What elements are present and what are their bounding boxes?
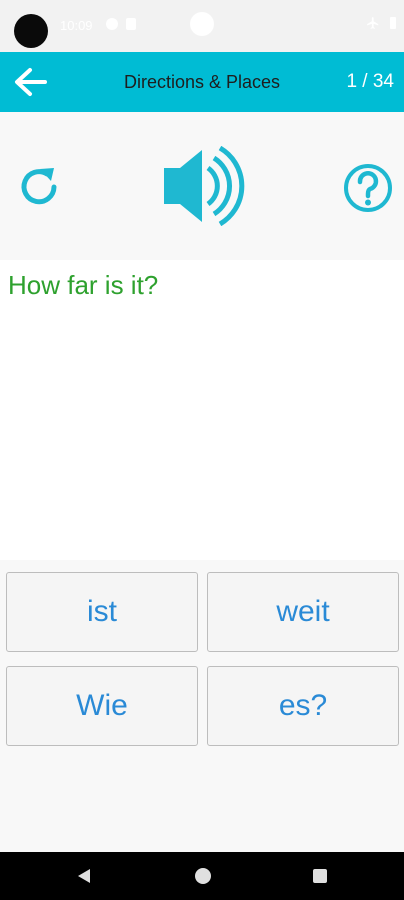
sim-card-icon	[126, 18, 136, 30]
camera-cutout	[14, 14, 48, 48]
nav-home-icon[interactable]	[195, 868, 211, 884]
word-tile[interactable]: es?	[207, 666, 399, 746]
question-area: How far is it?	[0, 260, 404, 560]
airplane-mode-icon	[367, 17, 379, 29]
status-bar: 10:09	[0, 0, 404, 52]
replay-button[interactable]	[14, 162, 64, 212]
play-audio-button[interactable]	[160, 145, 246, 227]
arrow-left-icon	[15, 68, 47, 96]
data-saver-icon	[106, 18, 118, 30]
screen-title: Directions & Places	[123, 71, 281, 92]
word-tile[interactable]: weit	[207, 572, 399, 652]
nav-back-icon[interactable]	[76, 868, 92, 884]
english-prompt: How far is it?	[8, 270, 159, 300]
status-time: 10:09	[60, 18, 93, 33]
app-bar: Directions & Places 1 / 34	[0, 52, 404, 112]
word-tile[interactable]: ist	[6, 572, 198, 652]
battery-icon	[390, 17, 396, 29]
nav-recents-icon[interactable]	[313, 869, 327, 883]
progress-counter: 1 / 34	[346, 71, 394, 92]
replay-icon	[21, 168, 57, 205]
word-tile[interactable]: Wie	[6, 666, 198, 746]
help-icon	[344, 164, 392, 212]
system-navigation-bar	[0, 852, 404, 900]
help-button[interactable]	[342, 162, 394, 214]
speaker-icon	[164, 145, 245, 227]
audio-controls	[0, 112, 404, 260]
back-button[interactable]	[10, 64, 50, 100]
front-sensor	[190, 12, 214, 36]
word-tiles: ist weit Wie es?	[0, 560, 404, 852]
